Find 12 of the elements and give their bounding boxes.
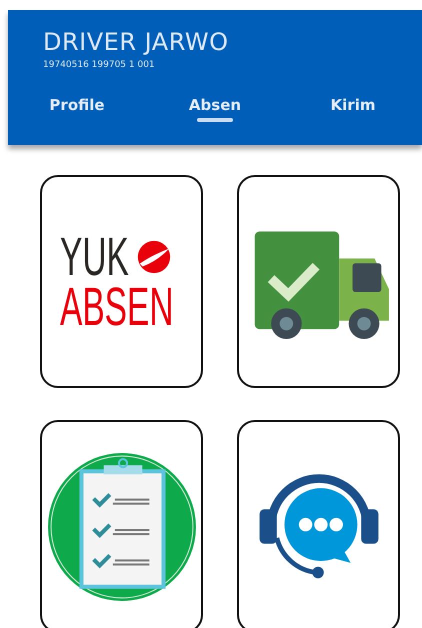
driver-name: DRIVER JARWO	[43, 28, 230, 56]
tab[interactable]: Kirim	[326, 94, 380, 122]
logo-text: ABSEN	[60, 282, 174, 332]
menu-tile[interactable]: YUK ABSEN	[40, 175, 203, 388]
menu-tile[interactable]	[237, 175, 400, 388]
menu-tile[interactable]	[40, 420, 203, 628]
logo-text: YUK	[60, 232, 129, 282]
tab[interactable]: Profile	[45, 94, 109, 122]
checklist-icon	[46, 450, 198, 602]
tab[interactable]: Absen	[184, 94, 246, 122]
menu-tile[interactable]	[237, 420, 400, 628]
employee-id: 19740516 199705 1 001	[43, 60, 155, 70]
